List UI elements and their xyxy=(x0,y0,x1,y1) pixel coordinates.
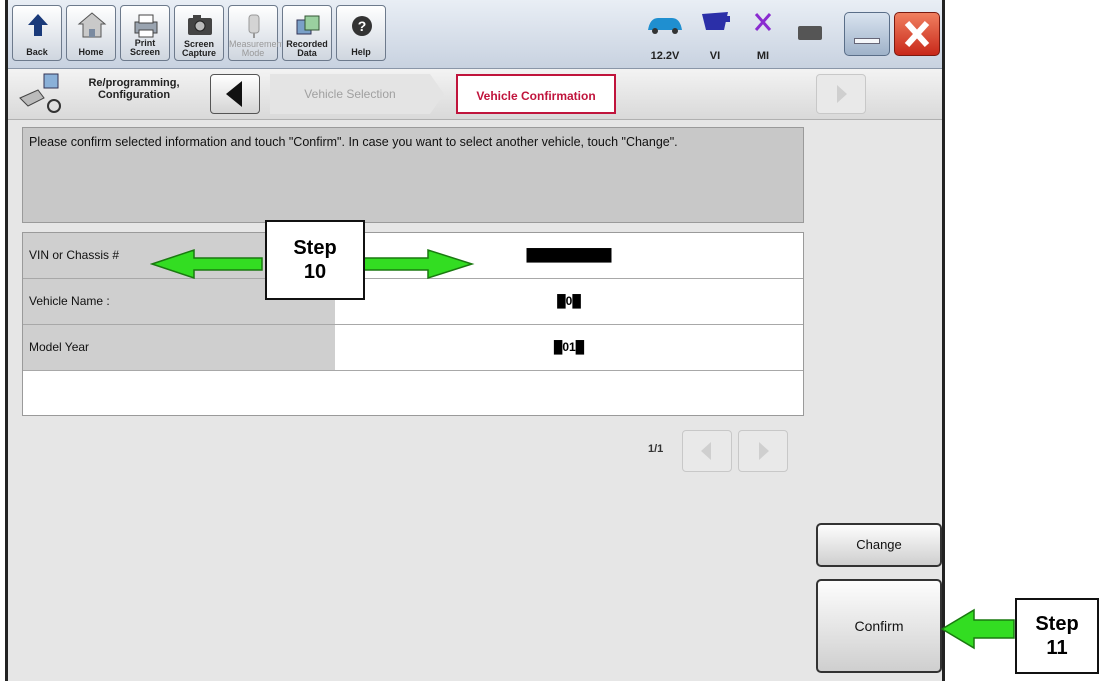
recorded-data-icon xyxy=(296,15,320,35)
print-screen-button[interactable]: Print Screen xyxy=(120,5,170,61)
print-screen-label: Print Screen xyxy=(129,38,161,57)
section-label: Re/programming, Configuration xyxy=(88,77,180,101)
toolbar: Back Home Print Screen Screen Capture Me… xyxy=(8,0,942,69)
step11-arrow xyxy=(940,608,1015,650)
model-year-value: █01█ xyxy=(335,325,803,370)
table-row: Vehicle Name : █0█ xyxy=(23,279,803,325)
triangle-right-icon xyxy=(837,85,847,103)
navigation-bar: Re/programming, Configuration Vehicle Se… xyxy=(8,69,942,120)
crumb-vehicle-confirmation: Vehicle Confirmation xyxy=(456,74,616,114)
printer-icon xyxy=(134,14,158,38)
crumb-separator xyxy=(430,74,444,114)
svg-text:?: ? xyxy=(358,18,367,34)
mi-label: MI xyxy=(756,50,770,62)
mi-status: MI xyxy=(742,13,784,62)
app-window: Back Home Print Screen Screen Capture Me… xyxy=(5,0,945,681)
back-label: Back xyxy=(26,47,48,57)
step11-callout: Step 11 xyxy=(1015,598,1099,674)
page-next-button[interactable] xyxy=(738,430,788,472)
recorded-data-label: Recorded Data xyxy=(286,39,328,58)
home-icon xyxy=(77,12,107,38)
triangle-left-icon xyxy=(226,81,242,107)
model-year-label: Model Year xyxy=(23,325,335,370)
close-button[interactable] xyxy=(894,12,940,56)
help-icon: ? xyxy=(352,16,372,36)
vi-label: VI xyxy=(709,50,721,62)
step10-callout: Step 10 xyxy=(265,220,365,300)
camera-icon xyxy=(188,15,212,35)
mi-x-icon xyxy=(754,13,772,31)
measurement-icon xyxy=(248,14,260,38)
help-label: Help xyxy=(351,47,371,57)
car-battery-icon xyxy=(648,18,682,34)
minimize-button[interactable] xyxy=(844,12,890,56)
screen-capture-button[interactable]: Screen Capture xyxy=(174,5,224,61)
table-row: Model Year █01█ xyxy=(23,325,803,371)
nav-back-button[interactable] xyxy=(210,74,260,114)
vi-connector-icon xyxy=(702,12,730,30)
measurement-mode-button[interactable]: Measurement Mode xyxy=(228,5,285,61)
confirm-button[interactable]: Confirm xyxy=(816,579,942,673)
vi-status: VI xyxy=(694,12,736,62)
measurement-mode-label: Measurement Mode xyxy=(229,39,285,58)
home-label: Home xyxy=(78,47,104,57)
table-row-empty xyxy=(23,371,803,415)
battery-status: 12.2V xyxy=(644,16,686,62)
change-button[interactable]: Change xyxy=(816,523,942,567)
home-button[interactable]: Home xyxy=(66,5,116,61)
battery-icon xyxy=(798,26,822,40)
screen-capture-label: Screen Capture xyxy=(181,39,216,58)
reprogramming-icon xyxy=(19,73,61,113)
back-arrow-icon xyxy=(28,14,48,36)
nav-next-button[interactable] xyxy=(816,74,866,114)
page-indicator: 1/1 xyxy=(648,443,664,455)
recorded-data-button[interactable]: Recorded Data xyxy=(282,5,332,61)
instruction-text: Please confirm selected information and … xyxy=(22,127,804,223)
triangle-left-icon xyxy=(701,442,711,460)
page-prev-button[interactable] xyxy=(682,430,732,472)
help-button[interactable]: ? Help xyxy=(336,5,386,61)
back-button[interactable]: Back xyxy=(12,5,62,61)
crumb-vehicle-selection[interactable]: Vehicle Selection xyxy=(270,74,430,114)
triangle-right-icon xyxy=(759,442,769,460)
vehicle-name-value: █0█ xyxy=(335,279,803,324)
close-icon xyxy=(904,20,930,48)
voltage-label: 12.2V xyxy=(650,50,680,62)
